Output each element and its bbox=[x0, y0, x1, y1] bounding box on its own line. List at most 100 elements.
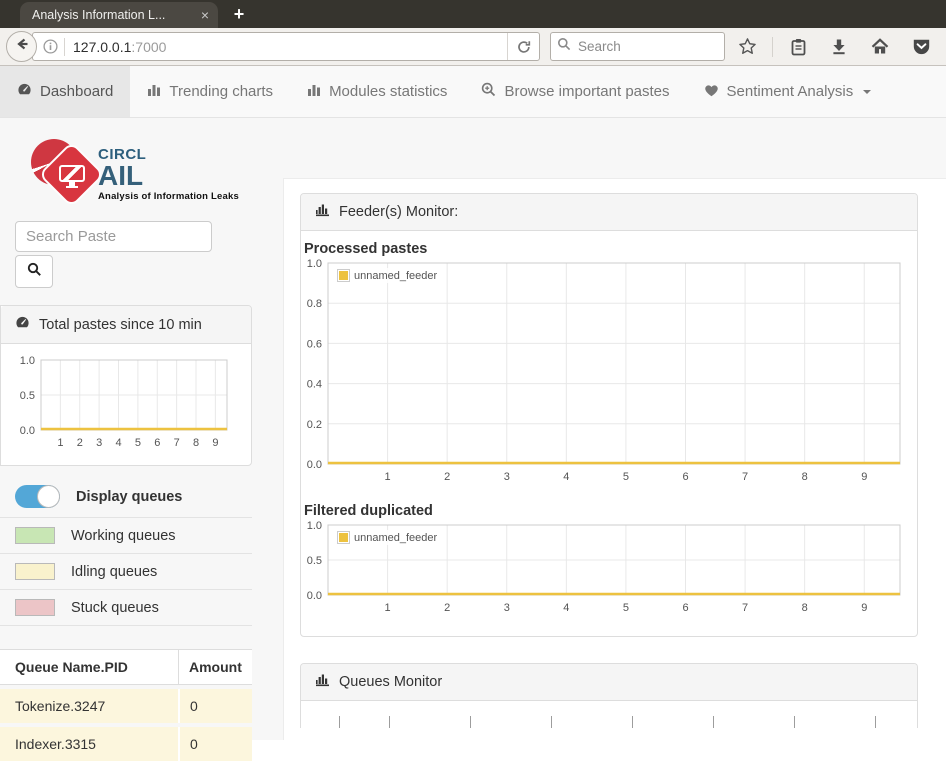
queue-name-cell: Indexer.3315 bbox=[15, 736, 96, 752]
svg-text:8: 8 bbox=[802, 602, 808, 614]
svg-text:0.5: 0.5 bbox=[20, 390, 35, 402]
bookmark-star-icon[interactable] bbox=[737, 36, 757, 58]
svg-text:2: 2 bbox=[77, 437, 83, 449]
svg-text:7: 7 bbox=[742, 602, 748, 614]
svg-text:0.5: 0.5 bbox=[307, 555, 322, 567]
svg-text:0.4: 0.4 bbox=[307, 379, 322, 391]
gauge-icon bbox=[15, 315, 30, 334]
chart-legend: unnamed_feeder bbox=[335, 268, 440, 283]
queues-monitor-header: Queues Monitor bbox=[301, 664, 917, 701]
nav-item-trending-charts[interactable]: Trending charts bbox=[130, 66, 290, 117]
legend-row-idling: Idling queues bbox=[0, 554, 252, 590]
sidebar: CIRCL AIL Analysis of Information Leaks … bbox=[0, 118, 252, 761]
nav-item-browse-important-pastes[interactable]: Browse important pastes bbox=[464, 66, 686, 117]
queue-name-header: Queue Name.PID bbox=[15, 659, 128, 675]
svg-text:8: 8 bbox=[193, 437, 199, 449]
nav-item-modules-statistics[interactable]: Modules statistics bbox=[290, 66, 464, 117]
toolbar-separator bbox=[772, 36, 773, 57]
browser-tab[interactable]: Analysis Information L... × bbox=[20, 2, 218, 28]
heart-icon bbox=[704, 83, 719, 101]
nav-label: Trending charts bbox=[169, 83, 274, 100]
svg-text:2: 2 bbox=[444, 471, 450, 483]
chevron-down-icon bbox=[863, 89, 872, 94]
queues-monitor-title: Queues Monitor bbox=[339, 674, 443, 690]
site-info-icon[interactable] bbox=[41, 39, 64, 54]
queues-monitor-panel: Queues Monitor bbox=[300, 663, 918, 728]
app-navbar: Dashboard Trending charts Modules statis… bbox=[0, 66, 946, 118]
svg-text:1.0: 1.0 bbox=[20, 356, 35, 367]
processed-pastes-chart: 1 2 3 4 5 6 7 8 9 0.0 0.2 0.4 0.6 0.8 1.0 unnamed_feede… bbox=[302, 258, 916, 487]
url-separator bbox=[64, 37, 65, 56]
svg-text:9: 9 bbox=[861, 471, 867, 483]
nav-label: Sentiment Analysis bbox=[726, 83, 854, 100]
logo-product: AIL bbox=[98, 160, 144, 191]
nav-label: Browse important pastes bbox=[504, 83, 670, 100]
stuck-queues-swatch bbox=[15, 599, 55, 616]
chart-panel-icon bbox=[315, 673, 330, 691]
chart-legend: unnamed_feeder bbox=[335, 530, 440, 545]
svg-text:6: 6 bbox=[154, 437, 160, 449]
processed-pastes-title: Processed pastes bbox=[304, 241, 428, 257]
svg-text:7: 7 bbox=[174, 437, 180, 449]
svg-text:3: 3 bbox=[504, 602, 510, 614]
svg-text:0.0: 0.0 bbox=[20, 425, 35, 437]
search-paste-input[interactable] bbox=[15, 221, 212, 252]
queue-table-header: Queue Name.PID Amount bbox=[0, 649, 252, 685]
filtered-duplicated-chart: 1 2 3 4 5 6 7 8 9 0.0 0.5 1.0 unnamed_feeder bbox=[302, 520, 916, 618]
stuck-queues-label: Stuck queues bbox=[71, 599, 159, 616]
table-row: Tokenize.3247 0 bbox=[0, 689, 252, 723]
browser-search-input[interactable] bbox=[576, 38, 706, 55]
circl-ail-logo: CIRCL AIL Analysis of Information Leaks bbox=[0, 138, 252, 216]
amount-header: Amount bbox=[178, 650, 252, 684]
back-button[interactable] bbox=[6, 31, 37, 62]
idling-queues-swatch bbox=[15, 563, 55, 580]
url-bar[interactable]: 127.0.0.1:7000 bbox=[32, 32, 540, 61]
tab-close-icon[interactable]: × bbox=[201, 8, 209, 22]
pocket-icon[interactable] bbox=[911, 36, 931, 58]
svg-text:9: 9 bbox=[212, 437, 218, 449]
nav-label: Modules statistics bbox=[329, 83, 448, 100]
svg-text:5: 5 bbox=[623, 602, 629, 614]
logo-monitor-stand bbox=[66, 182, 78, 188]
svg-text:4: 4 bbox=[115, 437, 121, 449]
queue-amount-cell: 0 bbox=[178, 689, 252, 723]
svg-text:1.0: 1.0 bbox=[307, 259, 322, 270]
svg-text:4: 4 bbox=[563, 471, 569, 483]
working-queues-label: Working queues bbox=[71, 527, 176, 544]
queue-name-cell: Tokenize.3247 bbox=[15, 698, 106, 714]
toggle-knob bbox=[37, 485, 60, 508]
svg-text:1: 1 bbox=[385, 602, 391, 614]
queue-table: Queue Name.PID Amount Tokenize.3247 0 In… bbox=[0, 649, 252, 761]
url-port: :7000 bbox=[131, 38, 167, 55]
search-paste-button[interactable] bbox=[15, 255, 53, 288]
new-tab-button[interactable]: + bbox=[226, 2, 252, 26]
total-pastes-chart: 1 2 3 4 5 6 7 8 9 0.0 0.5 1.0 bbox=[15, 355, 237, 451]
search-plus-icon bbox=[481, 82, 496, 101]
svg-text:0.8: 0.8 bbox=[307, 298, 322, 310]
bar-chart-icon bbox=[307, 83, 321, 101]
reload-button[interactable] bbox=[507, 33, 539, 60]
queue-amount-cell: 0 bbox=[178, 727, 252, 761]
home-icon[interactable] bbox=[870, 36, 890, 58]
nav-item-sentiment-analysis[interactable]: Sentiment Analysis bbox=[687, 66, 889, 117]
browser-search-bar[interactable] bbox=[550, 32, 725, 61]
main-content: Feeder(s) Monitor: Processed pastes 1 2 3 4… bbox=[283, 178, 946, 740]
legend-row-stuck: Stuck queues bbox=[0, 590, 252, 626]
svg-text:9: 9 bbox=[861, 602, 867, 614]
chart-panel-icon bbox=[315, 203, 330, 221]
svg-text:7: 7 bbox=[742, 471, 748, 483]
svg-text:3: 3 bbox=[504, 471, 510, 483]
bar-chart-icon bbox=[147, 83, 161, 101]
feeder-monitor-title: Feeder(s) Monitor: bbox=[339, 204, 459, 220]
table-row: Indexer.3315 0 bbox=[0, 727, 252, 761]
display-queues-toggle[interactable] bbox=[15, 485, 60, 508]
svg-text:5: 5 bbox=[623, 471, 629, 483]
nav-item-dashboard[interactable]: Dashboard bbox=[0, 66, 131, 117]
total-pastes-panel-header: Total pastes since 10 min bbox=[1, 306, 251, 344]
downloads-icon[interactable] bbox=[829, 36, 849, 58]
svg-text:4: 4 bbox=[563, 602, 569, 614]
legend-row-working: Working queues bbox=[0, 518, 252, 554]
bookmarks-clipboard-icon[interactable] bbox=[788, 36, 808, 58]
url-text[interactable]: 127.0.0.1:7000 bbox=[73, 39, 507, 55]
feeder-monitor-panel: Feeder(s) Monitor: Processed pastes 1 2 3 4… bbox=[300, 193, 918, 637]
